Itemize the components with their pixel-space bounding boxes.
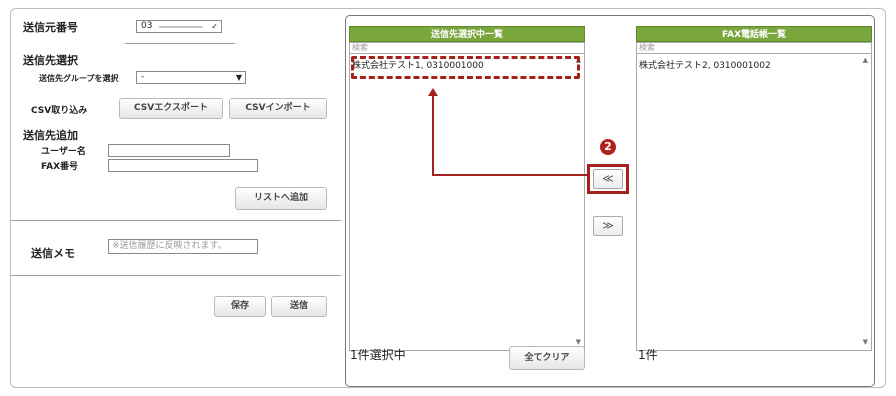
masked-number (159, 26, 203, 28)
chevron-down-icon: ✓ (211, 22, 218, 31)
send-button[interactable]: 送信 (271, 296, 327, 317)
csv-import-button[interactable]: CSVインポート (229, 98, 327, 119)
group-select-label: 送信先グループを選択 (39, 74, 119, 83)
step-number-badge: 2 (600, 139, 616, 155)
phonebook-list-header: FAX電話帳一覧 (636, 26, 872, 42)
save-button[interactable]: 保存 (214, 296, 266, 317)
fax-number-label: FAX番号 (41, 162, 79, 172)
group-select-value: - (141, 72, 145, 82)
fax-phonebook-list: FAX電話帳一覧 検索 株式会社テスト2, 0310001002 ▲ ▼ (636, 26, 872, 351)
scroll-up-icon[interactable]: ▲ (863, 57, 868, 64)
annotation-line (432, 174, 588, 176)
phonebook-list-search[interactable]: 検索 (636, 42, 872, 54)
scroll-down-icon[interactable]: ▼ (863, 339, 868, 346)
sender-number-label: 送信元番号 (23, 21, 78, 34)
phonebook-count: 1件 (638, 348, 658, 362)
fax-number-input[interactable] (108, 159, 258, 172)
annotation-arrow-up-icon (428, 88, 438, 96)
selected-count: 1件選択中 (350, 348, 406, 362)
divider (11, 220, 341, 221)
add-to-selected-button[interactable]: ≪ (593, 169, 623, 189)
memo-label: 送信メモ (31, 247, 75, 260)
destination-lists-panel: 送信先選択中一覧 検索 株式会社テスト1, 0310001000 ▲ ▼ 1件選… (345, 15, 875, 387)
destination-select-heading: 送信先選択 (23, 54, 78, 67)
sender-number-value: 03 (141, 21, 153, 31)
selected-list-body[interactable]: 株式会社テスト1, 0310001000 ▲ ▼ (349, 54, 585, 351)
sender-number-select[interactable]: 03 ✓ (136, 20, 222, 33)
group-select[interactable]: - ▼ (136, 71, 246, 84)
user-name-input[interactable] (108, 144, 230, 157)
divider (125, 43, 235, 44)
annotation-line (432, 96, 434, 176)
divider (11, 275, 341, 276)
selected-item-highlight (351, 56, 580, 79)
csv-export-button[interactable]: CSVエクスポート (119, 98, 223, 119)
clear-all-button[interactable]: 全てクリア (509, 346, 585, 370)
main-frame: 送信元番号 03 ✓ 送信先選択 送信先グループを選択 - ▼ CSV取り込み … (10, 8, 886, 388)
add-to-list-button[interactable]: リストへ追加 (235, 187, 327, 210)
csv-import-label: CSV取り込み (31, 106, 88, 116)
list-item[interactable]: 株式会社テスト2, 0310001002 (639, 58, 771, 71)
send-settings-panel: 送信元番号 03 ✓ 送信先選択 送信先グループを選択 - ▼ CSV取り込み … (11, 9, 346, 387)
add-destination-heading: 送信先追加 (23, 129, 78, 142)
chevron-down-icon: ▼ (235, 73, 242, 82)
remove-from-selected-button[interactable]: ≫ (593, 216, 623, 236)
phonebook-list-body[interactable]: 株式会社テスト2, 0310001002 ▲ ▼ (636, 54, 872, 351)
selected-list-search[interactable]: 検索 (349, 42, 585, 54)
memo-input[interactable]: ※送信履歴に反映されます。 (108, 239, 258, 254)
user-name-label: ユーザー名 (41, 147, 86, 157)
scroll-down-icon[interactable]: ▼ (576, 339, 581, 346)
selected-list-header: 送信先選択中一覧 (349, 26, 585, 42)
